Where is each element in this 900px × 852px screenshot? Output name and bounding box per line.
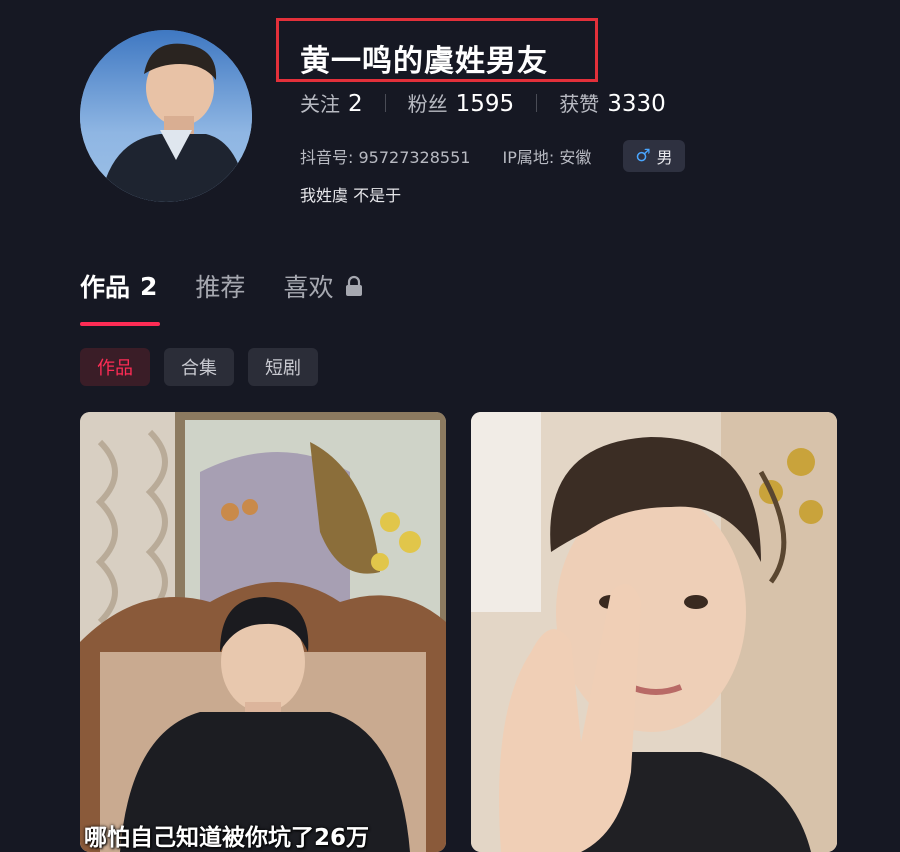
chip-works[interactable]: 作品 xyxy=(80,348,150,386)
video-thumbnail xyxy=(80,412,446,852)
avatar-photo xyxy=(80,30,252,202)
profile-bio: 我姓虞 不是于 xyxy=(300,186,402,205)
profile-name: 黄一鸣的虞姓男友 xyxy=(300,44,548,79)
chip-collections[interactable]: 合集 xyxy=(164,348,234,386)
account-id: 抖音号: 95727328551 xyxy=(300,148,471,167)
tab-works[interactable]: 作品 2 xyxy=(80,268,157,304)
divider xyxy=(384,93,386,112)
filter-chips: 作品 合集 短剧 xyxy=(80,348,318,386)
lock-icon xyxy=(346,275,363,296)
gender-badge: ♂ 男 xyxy=(623,140,685,172)
profile-meta: 抖音号: 95727328551 IP属地: 安徽 ♂ 男 xyxy=(300,140,685,172)
likes-label: 获赞 xyxy=(559,92,600,116)
chip-short-dramas[interactable]: 短剧 xyxy=(248,348,318,386)
video-card[interactable]: 哪怕自己知道被你坑了26万 xyxy=(80,412,446,852)
following-stat[interactable]: 关注 2 xyxy=(300,88,363,117)
tab-works-label: 作品 xyxy=(80,273,131,302)
ip-location: IP属地: 安徽 xyxy=(502,148,592,167)
active-tab-indicator xyxy=(80,322,160,326)
video-card[interactable] xyxy=(471,412,837,852)
likes-count: 3330 xyxy=(607,91,666,117)
male-icon: ♂ xyxy=(635,146,651,166)
tab-likes-label: 喜欢 xyxy=(283,273,334,302)
profile-stats: 关注 2 粉丝 1595 获赞 3330 xyxy=(300,88,666,117)
tab-recommended[interactable]: 推荐 xyxy=(195,268,245,304)
tab-works-count: 2 xyxy=(140,271,158,301)
video-caption: 哪怕自己知道被你坑了26万 xyxy=(84,825,370,851)
following-count: 2 xyxy=(348,91,363,117)
followers-count: 1595 xyxy=(455,91,515,117)
tab-likes[interactable]: 喜欢 xyxy=(283,268,365,304)
tab-recommended-label: 推荐 xyxy=(195,273,246,302)
gender-label: 男 xyxy=(656,148,673,167)
likes-stat[interactable]: 获赞 3330 xyxy=(559,88,666,117)
divider xyxy=(536,93,538,112)
video-thumbnail xyxy=(471,412,837,852)
followers-stat[interactable]: 粉丝 1595 xyxy=(408,88,515,117)
following-label: 关注 xyxy=(300,92,340,116)
followers-label: 粉丝 xyxy=(407,92,448,116)
avatar[interactable] xyxy=(80,30,252,202)
content-tabs: 作品 2 推荐 喜欢 xyxy=(80,268,403,304)
